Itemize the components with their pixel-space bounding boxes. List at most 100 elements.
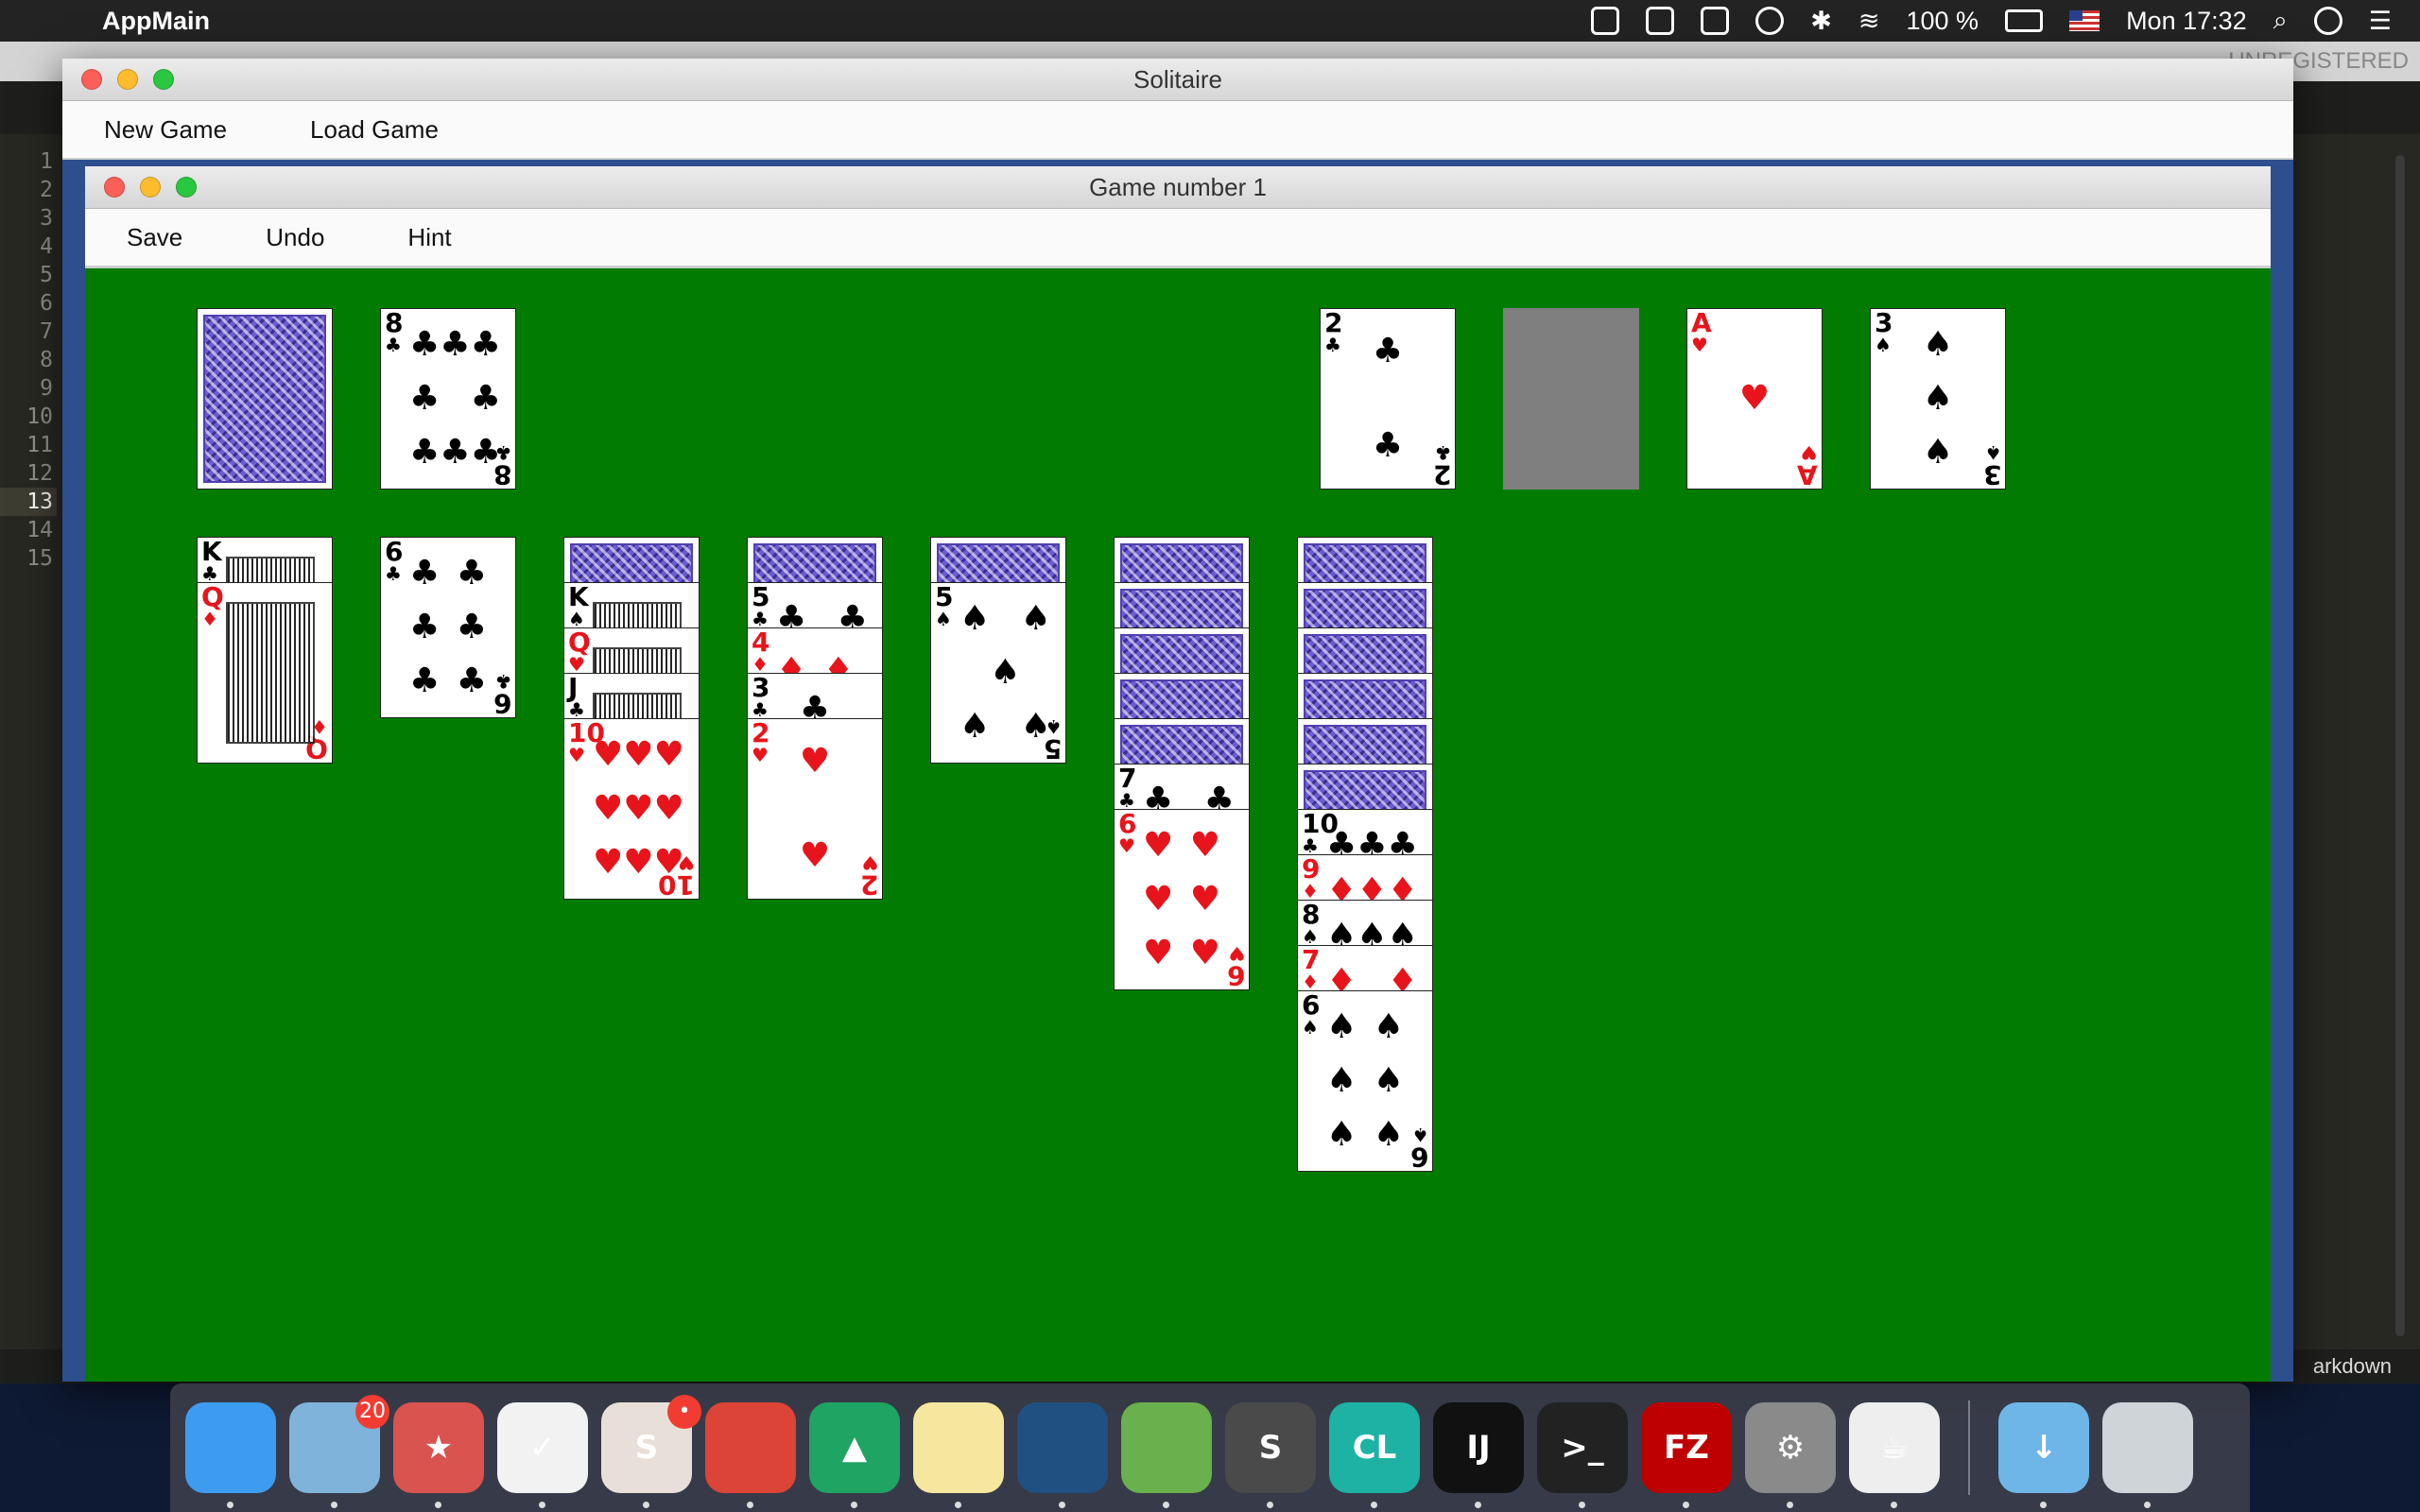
editor-scrollbar[interactable] bbox=[2395, 155, 2405, 1336]
card-index: 6 ♥ bbox=[1226, 942, 1245, 990]
bluetooth-icon[interactable]: ✱ bbox=[1810, 7, 1832, 36]
clion-icon[interactable]: CL bbox=[1329, 1402, 1420, 1508]
card-index: 2 ♣ bbox=[1432, 441, 1451, 490]
notification-center-icon[interactable]: ☰ bbox=[2369, 7, 2392, 36]
notes-icon[interactable] bbox=[913, 1402, 1004, 1508]
line-number-gutter: 1 2 3 4 5 6 7 8 9 10 11 12 13 14 15 bbox=[0, 147, 57, 573]
line-number: 2 bbox=[40, 178, 53, 202]
things-icon[interactable]: ✓ bbox=[497, 1402, 588, 1508]
card-index: 6 ♥ bbox=[1118, 809, 1137, 857]
line-number: 11 bbox=[26, 433, 53, 457]
line-number: 12 bbox=[26, 461, 53, 486]
notification-badge: • bbox=[667, 1395, 701, 1429]
card-index: 6 ♠ bbox=[1409, 1124, 1428, 1172]
new-game-menu[interactable]: New Game bbox=[62, 115, 268, 145]
line-number: 9 bbox=[40, 376, 53, 401]
macos-menubar: AppMain ✱ ≋ 100 % Mon 17:32 ⌕ ☰ bbox=[0, 0, 2420, 42]
active-app-menu[interactable]: AppMain bbox=[102, 7, 210, 36]
tableau-card[interactable]: 2 ♥ 2 ♥ ♥ ♥ bbox=[747, 718, 883, 900]
line-number: 13 bbox=[0, 488, 57, 516]
card-pips: ♣ ♣ ♣ ♣ ♣ ♣ bbox=[409, 554, 487, 700]
bookmark-status-icon[interactable] bbox=[1646, 7, 1675, 35]
intellij-icon[interactable]: IJ bbox=[1433, 1402, 1524, 1508]
trash-icon[interactable] bbox=[2102, 1402, 2193, 1508]
save-menu[interactable]: Save bbox=[85, 223, 224, 252]
running-indicator bbox=[2040, 1502, 2047, 1508]
minimize-game-button[interactable] bbox=[140, 177, 161, 198]
java-icon[interactable]: ☕ bbox=[1849, 1402, 1940, 1508]
stock-pile[interactable] bbox=[197, 308, 333, 490]
foundation-pile[interactable]: 3 ♠ 3 ♠ ♠ ♠ ♠ bbox=[1870, 308, 2006, 490]
status-area: ✱ ≋ 100 % Mon 17:32 ⌕ ☰ bbox=[1591, 6, 2392, 36]
foundation-pile[interactable]: A ♥ A ♥ ♥ bbox=[1686, 308, 1823, 490]
game-titlebar[interactable]: Game number 1 bbox=[85, 166, 2271, 209]
close-game-button[interactable] bbox=[104, 177, 125, 198]
card-pips: ♠ ♠ ♠ ♠ ♠ ♠ bbox=[1326, 1007, 1404, 1154]
line-number: 4 bbox=[40, 234, 53, 259]
google-drive-status-icon[interactable] bbox=[1591, 7, 1620, 35]
card-pips: ♥ ♥ bbox=[799, 742, 831, 875]
solitaire-titlebar[interactable]: Solitaire bbox=[62, 59, 2293, 101]
load-game-menu[interactable]: Load Game bbox=[268, 115, 480, 145]
running-indicator bbox=[1059, 1502, 1065, 1508]
card-index: 2 ♣ bbox=[1324, 308, 1343, 356]
card-index: 5♣ bbox=[752, 582, 770, 630]
notification-badge: 20 bbox=[355, 1395, 389, 1429]
running-indicator bbox=[747, 1502, 753, 1508]
wifi-icon[interactable]: ≋ bbox=[1858, 7, 1880, 36]
android-studio-icon[interactable] bbox=[1121, 1402, 1212, 1508]
downloads-folder-icon[interactable]: ↓ bbox=[1998, 1402, 2089, 1508]
drive-icon[interactable]: ▲ bbox=[809, 1402, 900, 1508]
wunderlist-icon[interactable]: ★ bbox=[393, 1402, 484, 1508]
line-number: 10 bbox=[26, 404, 53, 429]
waste-pile[interactable]: 8 ♣ 8 ♣ ♣ ♣ ♣ ♣ ♣ ♣ ♣ ♣ bbox=[380, 308, 516, 490]
tableau-card[interactable]: 6 ♥ 6 ♥ ♥ ♥ ♥ ♥ ♥ ♥ bbox=[1114, 809, 1250, 990]
card-index: 5 ♠ bbox=[935, 582, 954, 630]
tableau-card[interactable]: Q ♦ Q ♦ bbox=[197, 582, 333, 764]
close-window-button[interactable] bbox=[81, 69, 102, 90]
siri-icon[interactable] bbox=[2313, 7, 2342, 35]
line-number: 5 bbox=[40, 263, 53, 287]
running-indicator bbox=[851, 1502, 857, 1508]
card-index: 4♦ bbox=[752, 627, 770, 676]
undo-menu[interactable]: Undo bbox=[224, 223, 366, 252]
line-number: 7 bbox=[40, 319, 53, 344]
solitaire-window: Solitaire New Game Load Game Game number… bbox=[62, 59, 2293, 1382]
running-indicator bbox=[435, 1502, 441, 1508]
hint-menu[interactable]: Hint bbox=[366, 223, 493, 252]
card-index: K♣ bbox=[201, 537, 222, 585]
do-not-disturb-icon[interactable] bbox=[1755, 7, 1785, 35]
spotlight-search-icon[interactable]: ⌕ bbox=[2273, 6, 2288, 36]
tableau-card[interactable]: 6 ♠ 6 ♠ ♠ ♠ ♠ ♠ ♠ ♠ bbox=[1297, 990, 1433, 1172]
running-indicator bbox=[539, 1502, 545, 1508]
tableau-card[interactable]: 6 ♣ 6 ♣ ♣ ♣ ♣ ♣ ♣ ♣ bbox=[380, 537, 516, 718]
card-index: 7♦ bbox=[1302, 945, 1321, 993]
mail-icon[interactable]: 20 bbox=[289, 1395, 389, 1508]
filezilla-icon[interactable]: FZ bbox=[1641, 1402, 1732, 1508]
sourcetree-icon[interactable] bbox=[1017, 1402, 1108, 1508]
foundation-empty[interactable] bbox=[1503, 308, 1639, 490]
foundation-pile[interactable]: 2 ♣ 2 ♣ ♣ ♣ bbox=[1320, 308, 1456, 490]
system-preferences-icon[interactable]: ⚙ bbox=[1745, 1402, 1836, 1508]
input-source-flag-icon[interactable] bbox=[2069, 10, 2100, 31]
running-indicator bbox=[331, 1502, 337, 1508]
tableau-card[interactable]: 5 ♠ 5 ♠ ♠ ♠ ♠ ♠ ♠ bbox=[930, 582, 1066, 764]
syntax-label[interactable]: arkdown bbox=[2313, 1349, 2392, 1383]
zoom-window-button[interactable] bbox=[153, 69, 174, 90]
battery-icon[interactable] bbox=[2005, 9, 2044, 32]
game-menubar: Save Undo Hint bbox=[85, 209, 2271, 268]
tableau-card[interactable]: 10 ♥ 10 ♥ ♥ ♥ ♥ ♥ ♥ ♥ ♥ ♥ ♥ bbox=[563, 718, 700, 900]
clock[interactable]: Mon 17:32 bbox=[2126, 7, 2247, 36]
minimize-window-button[interactable] bbox=[117, 69, 138, 90]
battery-percent[interactable]: 100 % bbox=[1907, 7, 1979, 36]
terminal-icon[interactable]: >_ bbox=[1537, 1402, 1628, 1508]
card-index: Q ♦ bbox=[201, 582, 224, 630]
sublime-icon[interactable]: S bbox=[1225, 1402, 1316, 1508]
running-indicator bbox=[2144, 1502, 2151, 1508]
plus-status-icon[interactable] bbox=[1701, 7, 1730, 35]
zoom-game-button[interactable] bbox=[176, 177, 197, 198]
line-number: 6 bbox=[40, 291, 53, 316]
finder-icon[interactable] bbox=[185, 1402, 276, 1508]
chrome-icon[interactable] bbox=[705, 1402, 796, 1508]
slack-icon[interactable]: S • bbox=[601, 1395, 701, 1508]
